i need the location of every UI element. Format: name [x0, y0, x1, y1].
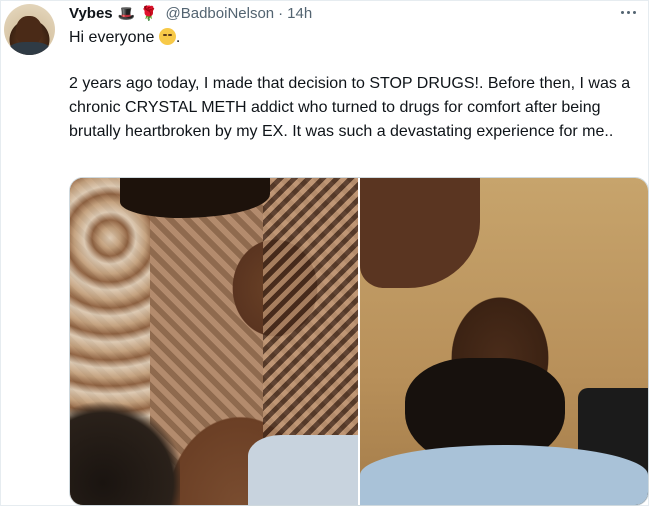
- relieved-face-icon: [158, 28, 176, 45]
- timestamp[interactable]: 14h: [287, 5, 312, 22]
- separator: ·: [278, 4, 284, 22]
- hand-shape: [360, 178, 480, 288]
- greeting-text: Hi everyone: [69, 29, 155, 46]
- greeting-suffix: .: [175, 29, 181, 46]
- tweet-paragraph: 2 years ago today, I made that decision …: [69, 75, 631, 140]
- jeans-shape: [248, 435, 358, 505]
- handle[interactable]: @BadboiNelson: [166, 5, 275, 22]
- tweet[interactable]: Vybes 🎩 🌹 @BadboiNelson · 14h Hi everyon…: [0, 0, 649, 506]
- photo-left[interactable]: [70, 178, 358, 505]
- shirt-shape: [360, 445, 648, 505]
- avatar[interactable]: [4, 4, 55, 55]
- avatar-shirt: [8, 42, 51, 55]
- dark-foreground: [70, 395, 180, 505]
- tweet-header: Vybes 🎩 🌹 @BadboiNelson · 14h: [69, 2, 312, 24]
- display-name[interactable]: Vybes: [69, 5, 113, 22]
- photo-right[interactable]: [360, 178, 648, 505]
- media-grid: [69, 177, 649, 506]
- top-hat-icon: 🎩: [117, 5, 136, 21]
- more-icon[interactable]: [616, 5, 640, 19]
- tweet-line1: Hi everyone .: [69, 26, 644, 50]
- hair-shape: [120, 178, 270, 218]
- rose-icon: 🌹: [140, 5, 158, 21]
- tweet-text: Hi everyone . 2 years ago today, I made …: [69, 26, 644, 144]
